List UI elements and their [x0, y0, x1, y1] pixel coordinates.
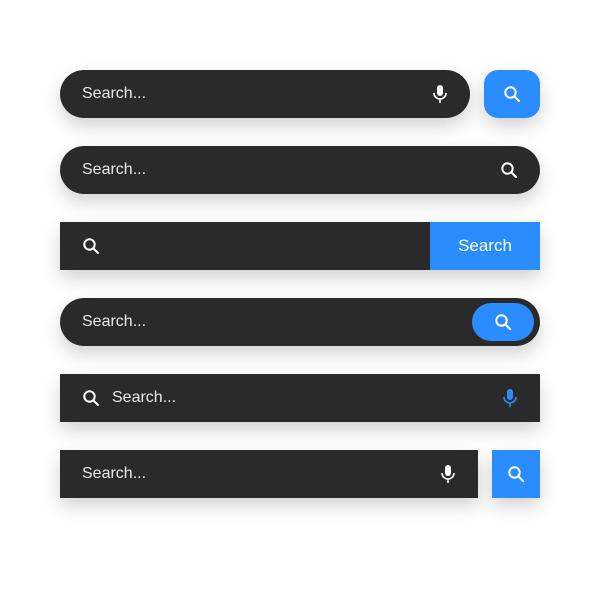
search-row-2: Search...: [60, 146, 540, 194]
search-button-label: Search: [458, 236, 512, 256]
search-button-4[interactable]: [472, 303, 534, 341]
search-icon: [494, 313, 512, 331]
search-input-5[interactable]: Search...: [60, 374, 540, 422]
search-row-4: Search...: [60, 298, 540, 346]
search-button-3[interactable]: Search: [430, 222, 540, 270]
search-placeholder: Search...: [112, 389, 502, 407]
search-input-6[interactable]: Search...: [60, 450, 478, 498]
search-icon: [82, 237, 100, 255]
search-button-6[interactable]: [492, 450, 540, 498]
search-input-4[interactable]: Search...: [60, 298, 540, 346]
microphone-icon[interactable]: [440, 464, 456, 484]
microphone-icon[interactable]: [502, 388, 518, 408]
microphone-icon[interactable]: [432, 84, 448, 104]
search-row-6: Search...: [60, 450, 540, 498]
search-placeholder: Search...: [82, 161, 500, 179]
search-row-1: Search...: [60, 70, 540, 118]
search-input-1[interactable]: Search...: [60, 70, 470, 118]
search-input-3[interactable]: [60, 222, 430, 270]
search-placeholder: Search...: [82, 313, 472, 331]
search-row-5: Search...: [60, 374, 540, 422]
search-icon: [507, 465, 525, 483]
search-icon: [503, 85, 521, 103]
search-button-1[interactable]: [484, 70, 540, 118]
search-placeholder: Search...: [82, 465, 440, 483]
search-placeholder: Search...: [82, 85, 432, 103]
search-icon: [82, 389, 100, 407]
search-input-2[interactable]: Search...: [60, 146, 540, 194]
search-icon[interactable]: [500, 161, 518, 179]
search-row-3: Search: [60, 222, 540, 270]
